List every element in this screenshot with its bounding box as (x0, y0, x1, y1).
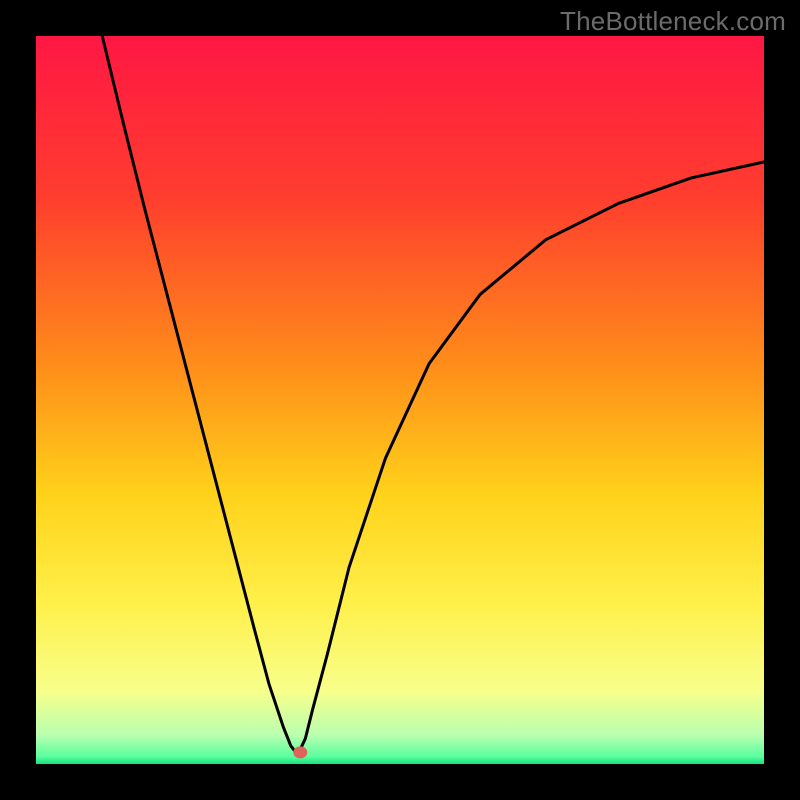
chart-plot-area (36, 36, 764, 764)
chart-svg (36, 36, 764, 764)
gradient-background (36, 36, 764, 764)
watermark-text: TheBottleneck.com (560, 6, 786, 37)
minimum-marker (293, 746, 307, 758)
chart-frame: TheBottleneck.com (0, 0, 800, 800)
